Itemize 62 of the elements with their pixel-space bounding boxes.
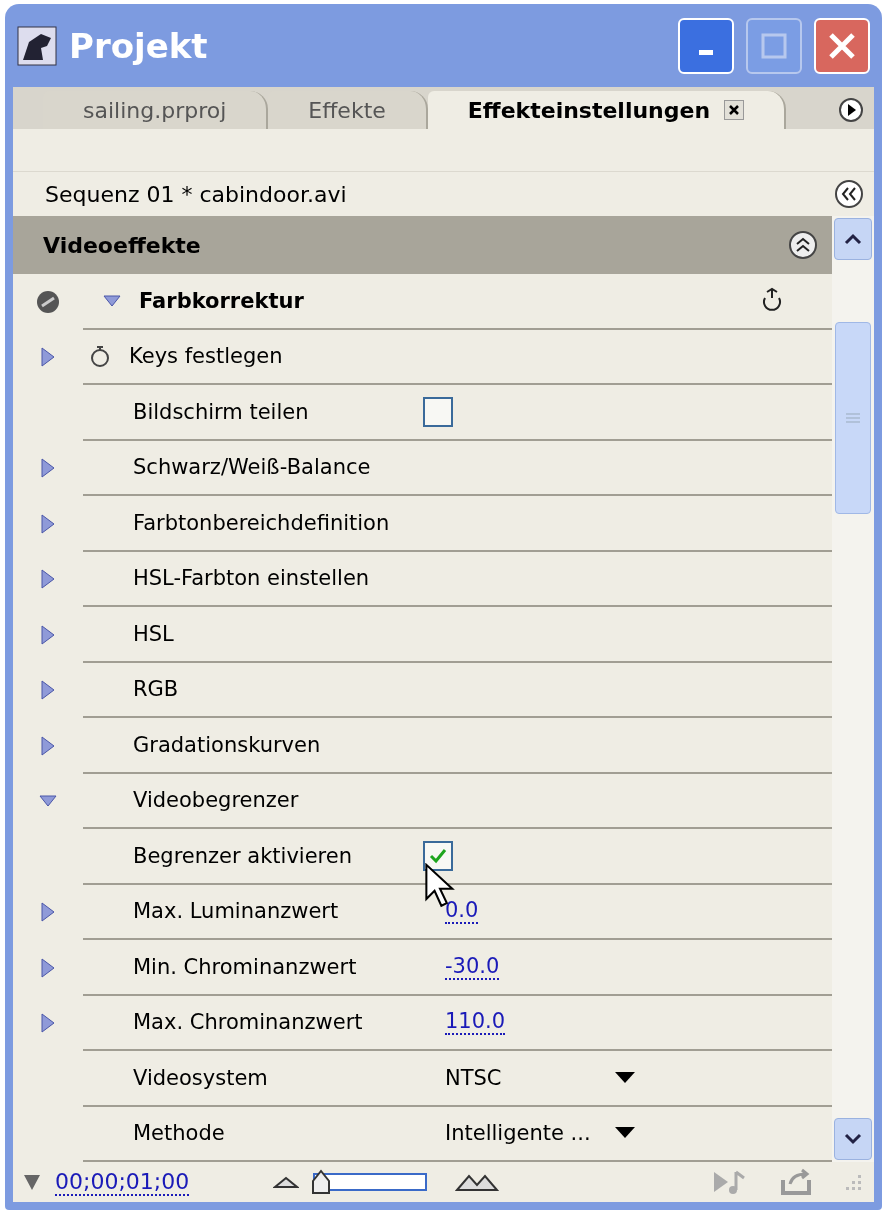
zoom-in-icon[interactable]	[455, 1172, 502, 1192]
collapsed-triangle-icon[interactable]	[39, 512, 57, 535]
caret-icon	[615, 1071, 635, 1084]
collapsed-triangle-icon[interactable]	[39, 346, 57, 369]
collapsed-triangle-icon[interactable]	[39, 457, 57, 480]
scroll-thumb[interactable]	[835, 322, 871, 514]
close-tab-icon[interactable]	[724, 100, 745, 120]
zoom-out-icon[interactable]	[273, 1175, 300, 1189]
collapse-panel-icon[interactable]	[834, 179, 864, 209]
parameter-label: Gradationskurven	[133, 732, 322, 757]
parameter-label: Videosystem	[133, 1065, 269, 1090]
parameter-label: Bildschirm teilen	[133, 399, 310, 424]
parameter-label: Methode	[133, 1121, 226, 1146]
panel-menu-icon[interactable]	[838, 97, 864, 123]
parameter-label: Schwarz/Weiß-Balance	[133, 455, 372, 480]
parameter-label: HSL	[133, 621, 175, 646]
effect-name: Farbkorrektur	[139, 288, 305, 313]
caret-icon	[615, 1127, 635, 1140]
collapsed-triangle-icon[interactable]	[39, 1012, 57, 1035]
minimize-button[interactable]	[678, 17, 734, 74]
app-icon	[17, 25, 57, 66]
parameter-label: Keys festlegen	[129, 344, 284, 369]
collapsed-triangle-icon[interactable]	[39, 568, 57, 591]
minimize-icon	[699, 50, 713, 55]
parameter-label: RGB	[133, 677, 180, 702]
value-field[interactable]: 110.0	[445, 1009, 506, 1036]
export-icon[interactable]	[780, 1168, 814, 1196]
section-title: Videoeffekte	[43, 232, 202, 258]
scrollbar[interactable]	[832, 216, 874, 1162]
parameter-label: Videobegrenzer	[133, 788, 300, 813]
collapsed-triangle-icon[interactable]	[39, 623, 57, 646]
value-field[interactable]: 0.0	[445, 898, 479, 925]
parameter-label: Min. Chrominanzwert	[133, 954, 358, 979]
checkbox[interactable]	[423, 840, 453, 871]
close-icon	[827, 30, 857, 61]
tab[interactable]: Effekteinstellungen	[427, 91, 787, 129]
value-field[interactable]: -30.0	[445, 953, 500, 980]
check-icon	[429, 847, 447, 864]
slider-thumb[interactable]	[310, 1169, 331, 1195]
dropdown[interactable]: NTSC	[445, 1065, 635, 1090]
collapsed-triangle-icon[interactable]	[39, 734, 57, 757]
scroll-down-button[interactable]	[834, 1118, 872, 1160]
stopwatch-icon[interactable]	[89, 344, 111, 369]
parameter-label: Farbtonbereichdefinition	[133, 510, 391, 535]
sequence-label: Sequenz 01 * cabindoor.avi	[45, 181, 348, 207]
collapsed-triangle-icon[interactable]	[39, 901, 57, 924]
collapsed-triangle-icon[interactable]	[39, 956, 57, 979]
window-title: Projekt	[69, 25, 209, 66]
parameter-label: Begrenzer aktivieren	[133, 843, 353, 868]
close-button[interactable]	[814, 17, 870, 74]
maximize-icon	[761, 32, 787, 59]
grip-icon	[846, 412, 860, 424]
parameter-label: Max. Chrominanzwert	[133, 1010, 364, 1035]
checkbox[interactable]	[423, 396, 453, 427]
timecode[interactable]: 00;00;01;00	[55, 1168, 190, 1196]
marker-icon[interactable]	[23, 1173, 41, 1191]
dropdown[interactable]: Intelligente ...	[445, 1121, 635, 1146]
parameter-label: HSL-Farbton einstellen	[133, 566, 371, 591]
parameter-label: Max. Luminanzwert	[133, 899, 340, 924]
scroll-up-button[interactable]	[834, 218, 872, 260]
collapsed-triangle-icon[interactable]	[39, 679, 57, 702]
collapse-all-icon[interactable]	[788, 230, 818, 260]
